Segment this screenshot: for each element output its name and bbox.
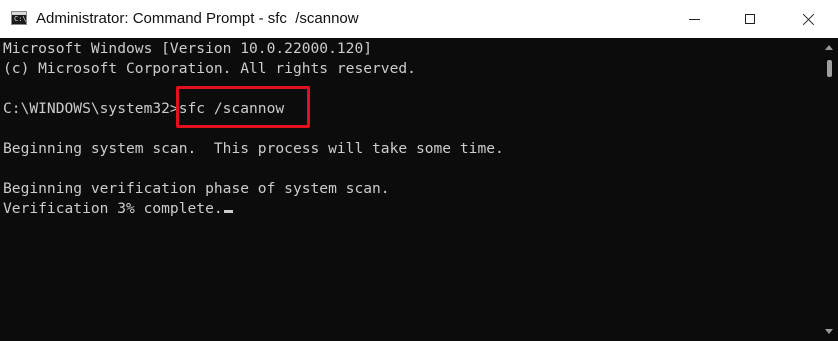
title-bar[interactable]: C:\. Administrator: Command Prompt - sfc… xyxy=(0,0,838,38)
minimize-button[interactable] xyxy=(666,0,722,38)
scroll-up-arrow-icon[interactable] xyxy=(825,45,833,50)
scan-start-line: Beginning system scan. This process will… xyxy=(3,140,504,157)
close-icon xyxy=(802,13,815,26)
maximize-icon xyxy=(745,14,755,24)
copyright-line: (c) Microsoft Corporation. All rights re… xyxy=(3,60,416,77)
console-output[interactable]: Microsoft Windows [Version 10.0.22000.12… xyxy=(0,38,820,341)
command-highlight-box xyxy=(176,86,310,128)
command-prompt-icon-glyph: C:\. xyxy=(14,15,31,23)
scroll-down-arrow-icon[interactable] xyxy=(825,329,833,334)
scroll-thumb[interactable] xyxy=(827,60,832,77)
vertical-scrollbar[interactable] xyxy=(820,38,838,341)
version-line: Microsoft Windows [Version 10.0.22000.12… xyxy=(3,40,373,57)
verification-phase-line: Beginning verification phase of system s… xyxy=(3,180,390,197)
maximize-button[interactable] xyxy=(722,0,778,38)
minimize-icon xyxy=(688,18,700,20)
command-prompt-window: C:\. Administrator: Command Prompt - sfc… xyxy=(0,0,838,341)
window-title: Administrator: Command Prompt - sfc /sca… xyxy=(36,10,359,27)
close-button[interactable] xyxy=(780,0,836,38)
verification-progress-text: Verification 3% complete. xyxy=(3,200,223,217)
command-prompt-icon[interactable]: C:\. xyxy=(11,11,31,25)
prompt-path: C:\WINDOWS\system32> xyxy=(3,100,179,117)
verification-progress-line: Verification 3% complete. xyxy=(3,199,233,219)
text-cursor xyxy=(223,210,233,213)
